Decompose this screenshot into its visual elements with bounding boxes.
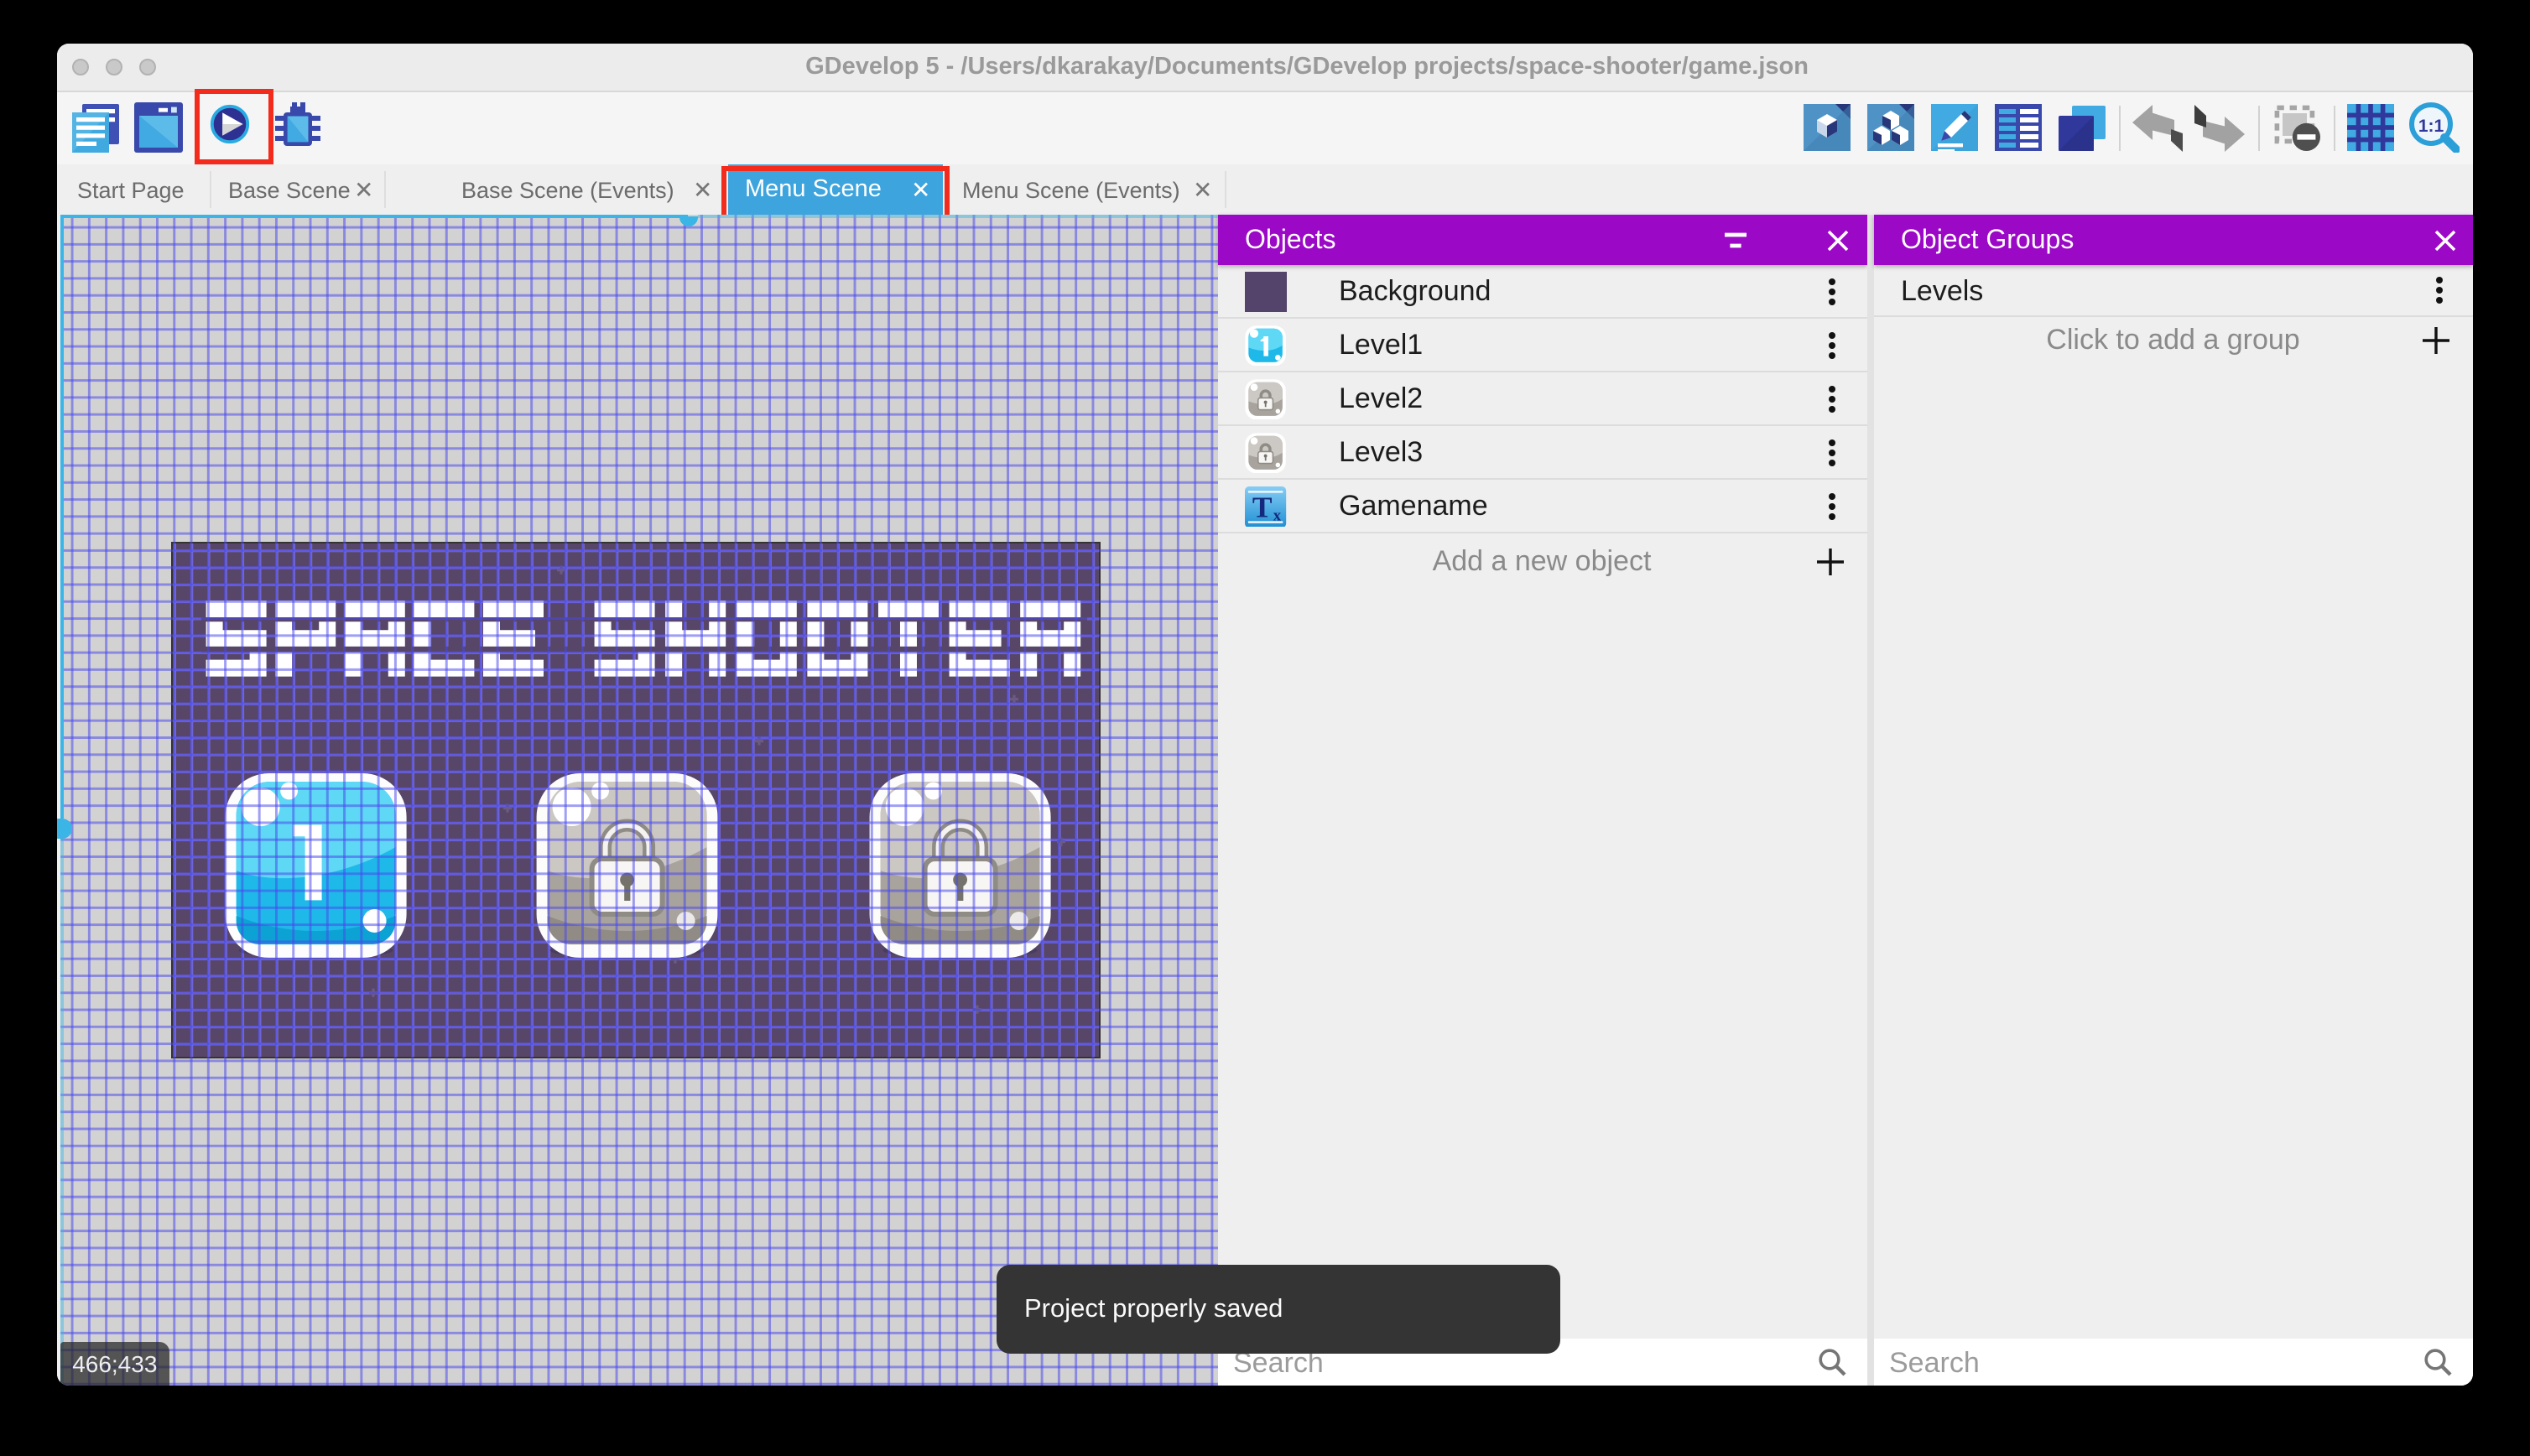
svg-text:1:1: 1:1 bbox=[2418, 117, 2444, 136]
svg-text:T: T bbox=[1252, 490, 1273, 523]
svg-text:x: x bbox=[1273, 507, 1282, 524]
